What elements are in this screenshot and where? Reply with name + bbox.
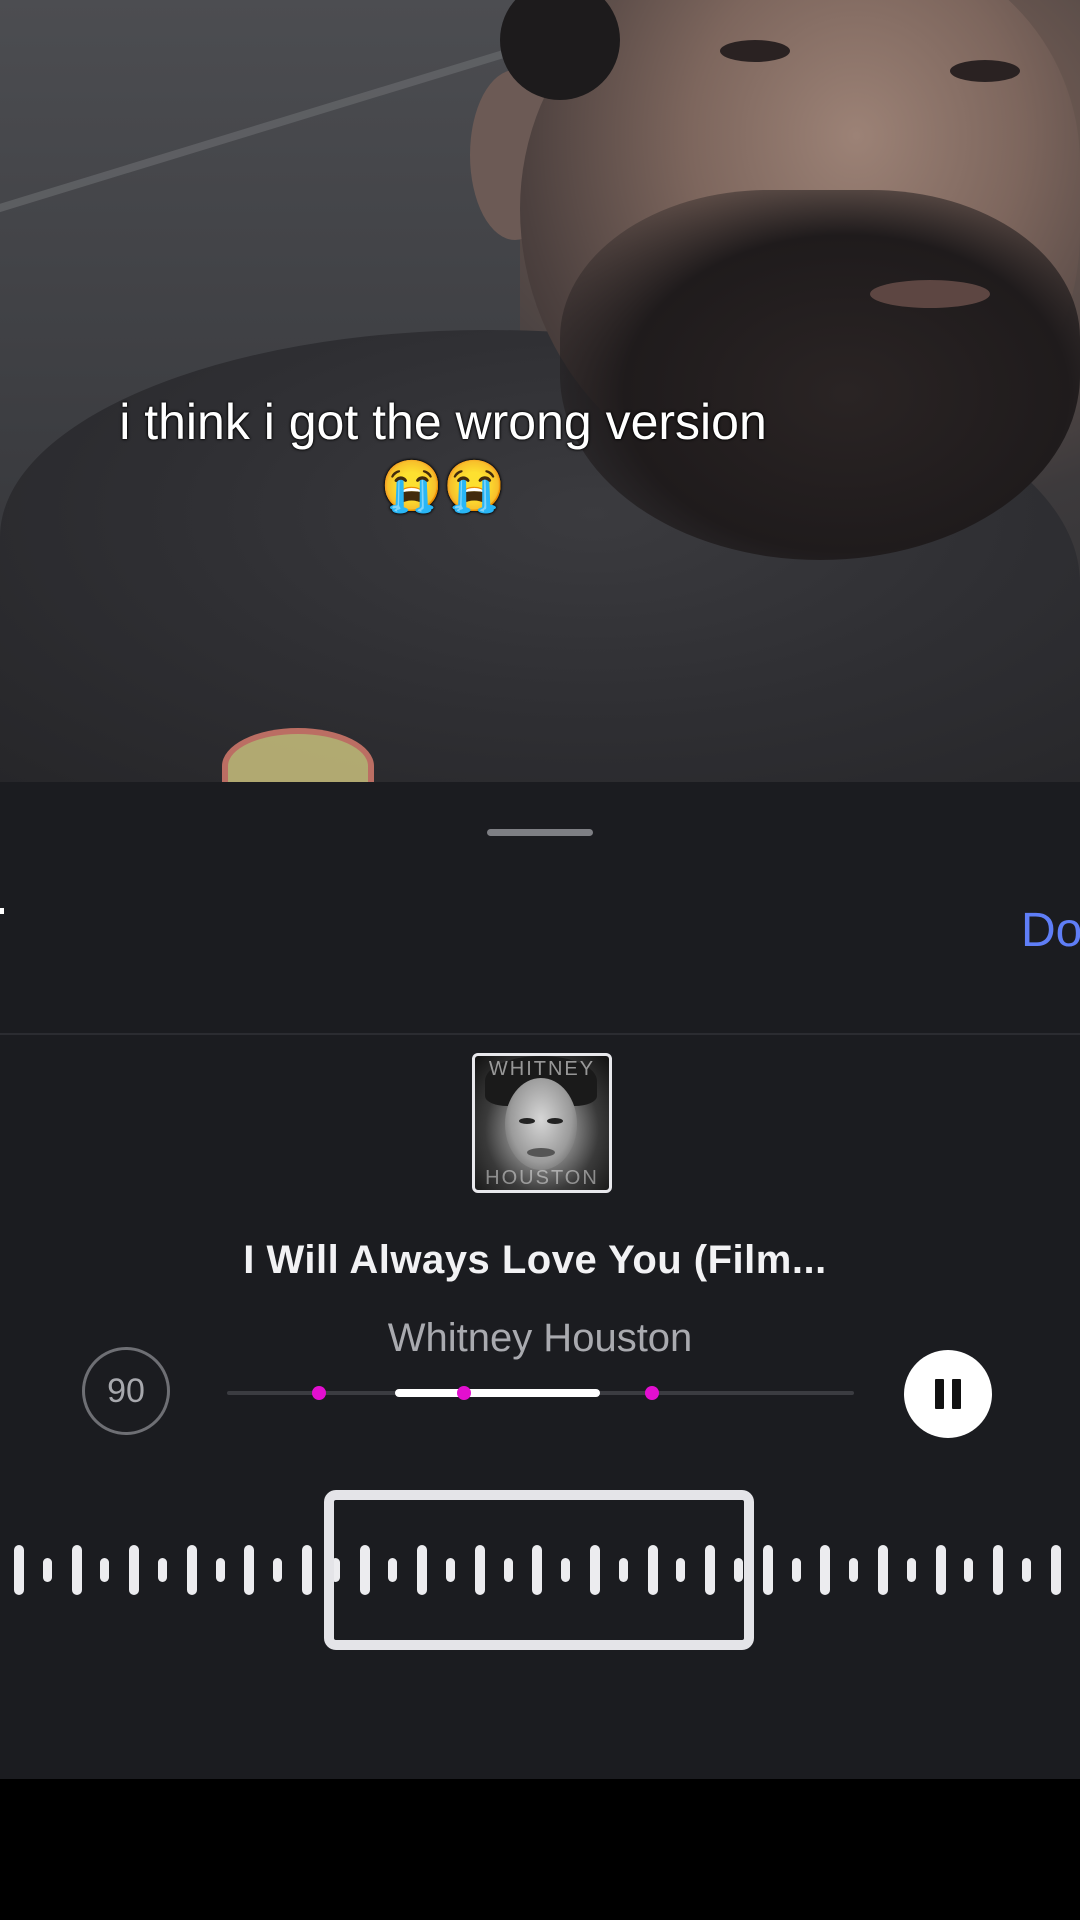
caption-text: i think i got the wrong version: [119, 394, 767, 450]
sheet-divider: [0, 1033, 1080, 1035]
waveform-bar: [820, 1545, 831, 1595]
waveform-bar: [993, 1545, 1004, 1595]
artist-name: Whitney Houston: [387, 1316, 693, 1360]
waveform-bar: [14, 1545, 24, 1595]
waveform-bar: [935, 1545, 946, 1595]
album-art-text-top: WHITNEY: [488, 1058, 596, 1080]
album-art-eye-right: [547, 1118, 563, 1124]
waveform-bar: [302, 1545, 312, 1595]
waveform-bar: [273, 1558, 283, 1582]
waveform-bar: [244, 1545, 255, 1595]
waveform-bar: [906, 1558, 916, 1582]
waveform-bar: [964, 1558, 974, 1582]
right-eye: [950, 60, 1020, 82]
timeline-marker: [312, 1386, 326, 1400]
waveform-bar: [100, 1558, 110, 1582]
waveform-bar: [71, 1545, 82, 1595]
album-art-eye-left: [519, 1118, 535, 1124]
waveform-bar: [878, 1545, 888, 1595]
waveform-bar: [791, 1558, 801, 1582]
done-button[interactable]: Do: [1021, 903, 1080, 958]
mouth: [870, 280, 990, 308]
pause-icon: [952, 1379, 961, 1409]
cancel-button-edge[interactable]: [0, 908, 4, 914]
album-art: WHITNEY HOUSTON: [472, 1053, 612, 1193]
waveform-bar: [129, 1545, 140, 1595]
waveform-bar: [762, 1545, 773, 1595]
video-caption: i think i got the wrong version 😭😭: [0, 390, 886, 518]
waveform-bar: [849, 1558, 859, 1582]
bpm-badge[interactable]: 90: [82, 1347, 170, 1435]
timeline-marker: [645, 1386, 659, 1400]
pause-button[interactable]: [904, 1350, 992, 1438]
clip-selection-window[interactable]: [324, 1490, 754, 1650]
song-title: I Will Always Love You (Film...: [243, 1238, 827, 1282]
caption-emoji: 😭😭: [380, 458, 506, 514]
selected-segment[interactable]: [395, 1389, 600, 1397]
pause-icon: [935, 1379, 944, 1409]
left-eye: [720, 40, 790, 62]
screen-bottom-bar: [0, 1779, 1080, 1920]
waveform-bar: [1050, 1545, 1061, 1595]
waveform-bar: [158, 1558, 167, 1582]
waveform-bar: [215, 1558, 225, 1582]
waveform-bar: [42, 1558, 52, 1582]
album-art-lips: [527, 1148, 555, 1157]
timeline-marker: [457, 1386, 471, 1400]
waveform-bar: [1022, 1558, 1031, 1582]
sheet-drag-handle[interactable]: [487, 829, 593, 836]
album-art-text-bottom: HOUSTON: [485, 1167, 599, 1189]
waveform-bar: [186, 1545, 197, 1595]
